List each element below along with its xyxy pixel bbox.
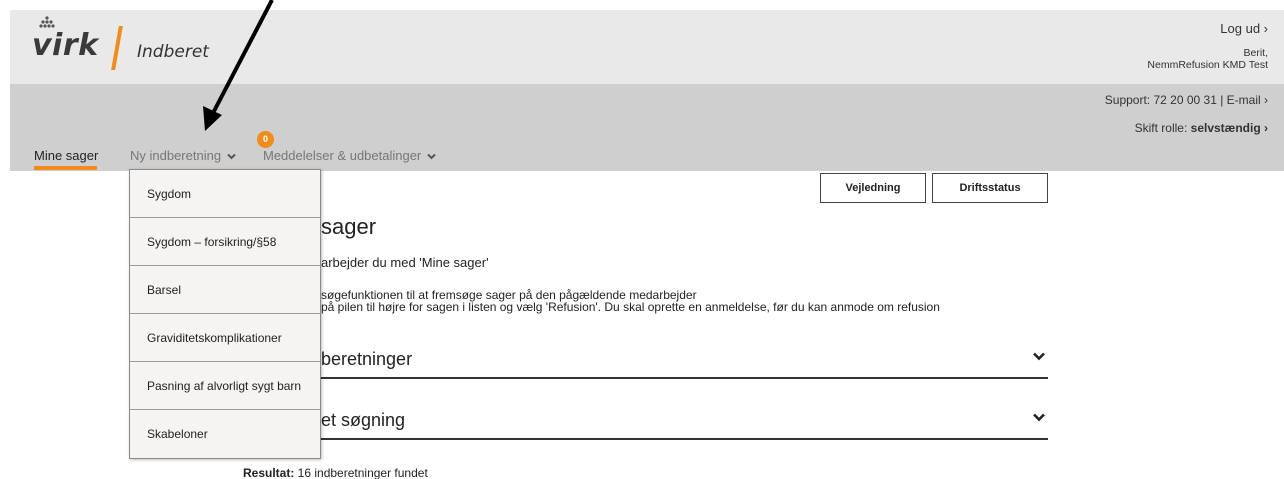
driftsstatus-button[interactable]: Driftsstatus: [932, 173, 1048, 203]
result-value: 16 indberetninger fundet: [294, 466, 428, 479]
product-name: Indberet: [137, 42, 209, 62]
role-value: selvstændig ›: [1190, 121, 1268, 135]
user-name: Berit,: [1243, 47, 1268, 59]
top-band: [0, 0, 1284, 10]
section-avanceret-soegning-title: et søgning: [321, 410, 406, 430]
nav-meddelelser-label: Meddelelser & udbetalinger: [263, 148, 422, 163]
instruction-line-2: på pilen til højre for sagen i listen og…: [321, 300, 940, 314]
chevron-down-icon: [427, 153, 436, 160]
ny-indberetning-dropdown: Sygdom Sygdom – forsikring/§58 Barsel Gr…: [129, 169, 321, 459]
nav-active-indicator: [34, 166, 97, 170]
notification-badge: 0: [257, 131, 274, 148]
brand-logo[interactable]: virk: [32, 28, 99, 63]
chevron-down-icon[interactable]: [1032, 349, 1046, 363]
menu-item-pasning-af-sygt-barn[interactable]: Pasning af alvorligt sygt barn: [130, 362, 320, 410]
logout-link[interactable]: Log ud ›: [1220, 21, 1268, 36]
support-link[interactable]: Support: 72 20 00 31 | E-mail ›: [1105, 93, 1268, 107]
menu-item-barsel[interactable]: Barsel: [130, 266, 320, 314]
switch-role-link[interactable]: Skift rolle: selvstændig ›: [1135, 121, 1268, 135]
menu-item-graviditetskomplikationer[interactable]: Graviditetskomplikationer: [130, 314, 320, 362]
menu-item-sygdom-forsikring[interactable]: Sygdom – forsikring/§58: [130, 218, 320, 266]
nav-mine-sager[interactable]: Mine sager: [34, 148, 98, 163]
page-subtitle: arbejder du med 'Mine sager': [321, 255, 489, 270]
result-count: Resultat: 16 indberetninger fundet: [243, 466, 428, 479]
nav-ny-indberetning[interactable]: Ny indberetning: [130, 148, 236, 163]
result-label: Resultat:: [243, 466, 295, 479]
nav-meddelelser[interactable]: Meddelelser & udbetalinger: [263, 148, 436, 163]
user-info: Berit, NemmRefusion KMD Test: [1147, 47, 1268, 71]
user-org: NemmRefusion KMD Test: [1147, 59, 1268, 71]
menu-item-sygdom[interactable]: Sygdom: [130, 170, 320, 218]
section-indberetninger[interactable]: beretninger: [321, 341, 1048, 379]
chevron-down-icon: [226, 153, 236, 160]
chevron-down-icon[interactable]: [1032, 410, 1046, 424]
nav-ny-indberetning-label: Ny indberetning: [130, 148, 222, 163]
vejledning-button[interactable]: Vejledning: [820, 173, 926, 203]
section-avanceret-soegning[interactable]: et søgning: [321, 402, 1048, 440]
role-label: Skift rolle:: [1134, 121, 1191, 135]
page-title: sager: [321, 214, 377, 239]
menu-item-skabeloner[interactable]: Skabeloner: [130, 410, 320, 458]
section-indberetninger-title: beretninger: [321, 349, 413, 369]
